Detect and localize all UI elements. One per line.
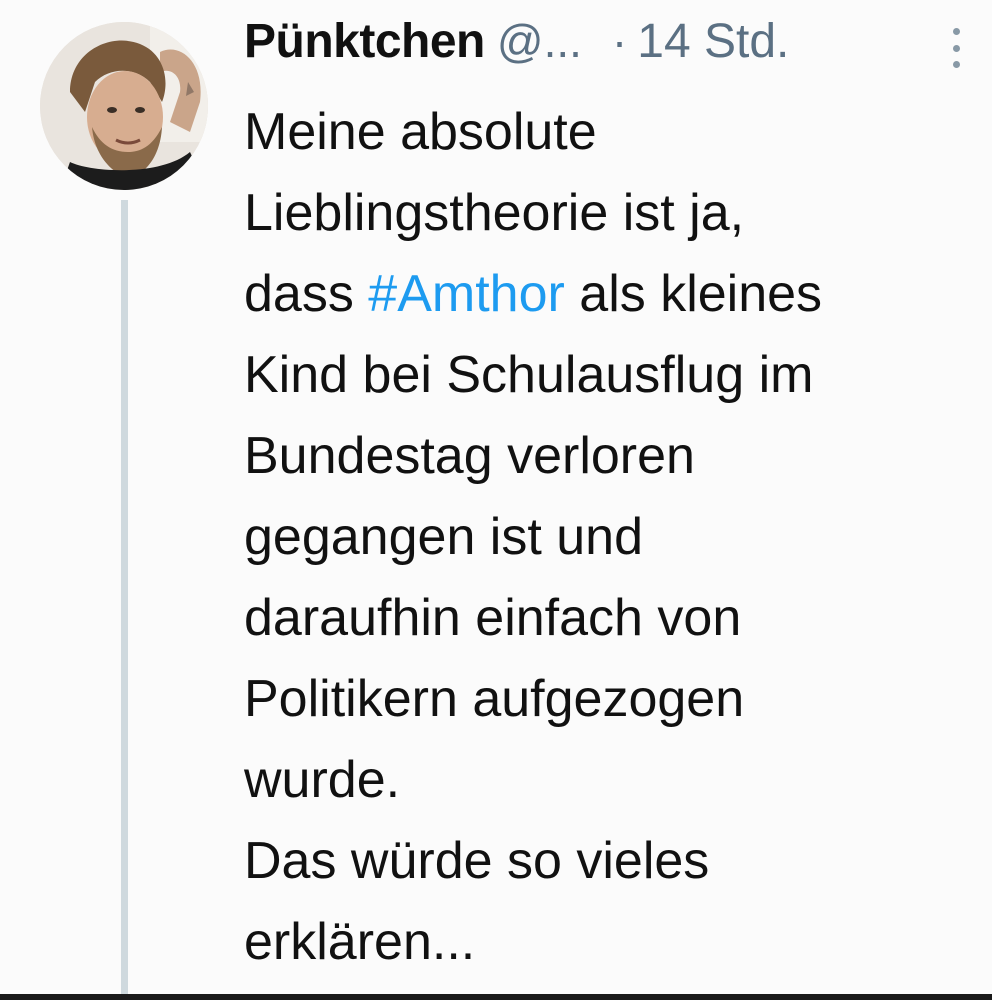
bottom-border [0, 994, 992, 1000]
tweet[interactable]: Pünktchen @... · 14 Std. Meine absolute … [0, 0, 992, 1000]
tweet-text-line: daraufhin einfach von [244, 589, 742, 647]
tweet-text-line: Politikern aufgezogen [244, 670, 745, 728]
tweet-header: Pünktchen @... · 14 Std. [244, 14, 789, 78]
avatar[interactable] [40, 22, 208, 190]
tweet-text-fragment: dass [244, 265, 369, 323]
hashtag-link[interactable]: #Amthor [368, 265, 565, 323]
tweet-text-line: Bundestag verloren [244, 427, 695, 485]
tweet-text-line: dass #Amthor als kleines [244, 254, 964, 335]
tweet-text-line: gegangen ist und [244, 508, 644, 566]
more-dot [952, 61, 960, 68]
tweet-text-line: Kind bei Schulausflug im [244, 346, 814, 404]
more-vertical-icon[interactable] [946, 28, 966, 68]
separator-dot: · [611, 15, 628, 67]
more-dot [952, 44, 960, 52]
tweet-text-line: erklären... [244, 913, 476, 971]
handle[interactable]: @... [497, 14, 582, 68]
tweet-text-line: wurde. [244, 751, 401, 809]
timestamp[interactable]: 14 Std. [637, 14, 789, 69]
avatar-photo [40, 22, 208, 190]
thread-line [121, 200, 128, 1000]
tweet-text-fragment: als kleines [564, 265, 823, 323]
more-dot [952, 28, 960, 35]
tweet-text-line: Lieblingstheorie ist ja, [244, 184, 745, 242]
tweet-text-line: Meine absolute [244, 103, 597, 161]
tweet-text-line: Das würde so vieles [244, 832, 710, 890]
tweet-text: Meine absolute Lieblingstheorie ist ja, … [244, 92, 964, 983]
display-name[interactable]: Pünktchen [244, 14, 485, 69]
